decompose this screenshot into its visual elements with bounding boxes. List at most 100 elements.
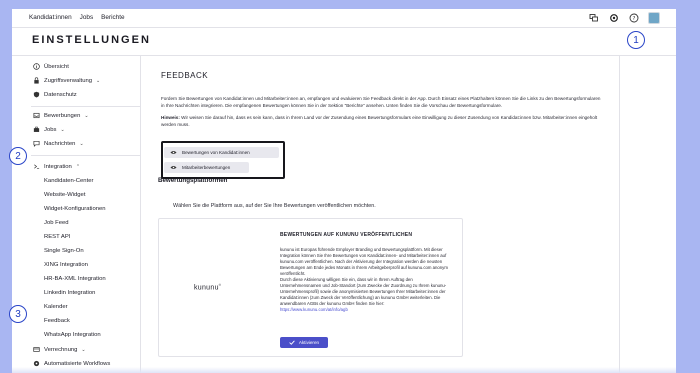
sidebar-item-label: Job Feed xyxy=(44,219,69,226)
section-heading: FEEDBACK xyxy=(161,71,209,80)
sidebar-item-label: Feedback xyxy=(44,317,70,324)
preview-candidate-reviews-button[interactable]: Bewertungen von Kandidat:innen xyxy=(164,147,279,158)
card-title: BEWERTUNGEN AUF KUNUNU VERÖFFENTLICHEN xyxy=(280,232,413,238)
card-body-text: kununu ist Europas führende Employer Bra… xyxy=(280,247,448,276)
sidebar-item-jobs[interactable]: Jobs ⌄ xyxy=(12,123,141,136)
kununu-card: kununu® BEWERTUNGEN AUF KUNUNU VERÖFFENT… xyxy=(158,218,463,357)
eye-icon xyxy=(170,165,177,171)
sidebar-item-applications[interactable]: Bewerbungen ⌄ xyxy=(12,109,141,122)
help-icon[interactable]: ? xyxy=(628,13,639,24)
sidebar-item-billing[interactable]: Verrechnung ⌄ xyxy=(12,343,141,356)
sidebar-item-label: Jobs xyxy=(44,126,57,133)
sidebar-item-label: Bewerbungen xyxy=(44,112,81,119)
button-label: Aktivieren xyxy=(298,340,320,345)
chevron-down-icon: ⌄ xyxy=(96,77,101,84)
kununu-logo: kununu® xyxy=(194,283,222,292)
app-window: Kandidat:innen Jobs Berichte ? EINSTELLU… xyxy=(12,9,676,373)
sidebar-item-xing[interactable]: XING Integration xyxy=(12,258,141,271)
sidebar-item-label: Zugriffsverwaltung xyxy=(44,77,93,84)
sidebar-item-label: Linkedin Integration xyxy=(44,289,96,296)
card-icon xyxy=(32,346,40,354)
sidebar-item-widget-configurations[interactable]: Widget-Konfigurationen xyxy=(12,202,141,215)
check-icon xyxy=(289,339,295,346)
sidebar-item-label: HR-BA-XML Integration xyxy=(44,275,106,282)
callout-2: 2 xyxy=(9,147,27,165)
callout-3: 3 xyxy=(9,305,27,323)
message-icon xyxy=(32,140,40,148)
sidebar-item-label: Widget-Konfigurationen xyxy=(44,205,106,212)
sidebar-item-label: Kandidaten-Center xyxy=(44,177,94,184)
sidebar-item-label: Datenschutz xyxy=(44,91,77,98)
sidebar-item-candidate-center[interactable]: Kandidaten-Center xyxy=(12,174,141,187)
gear-icon[interactable] xyxy=(608,13,619,24)
sidebar-item-label: Automatisierte Workflows xyxy=(44,360,111,367)
sidebar-item-feedback[interactable]: Feedback xyxy=(12,314,141,327)
topnav-reports[interactable]: Berichte xyxy=(101,14,124,21)
sidebar-item-label: Verrechnung xyxy=(44,346,78,353)
button-label: Mitarbeiterbewertungen xyxy=(182,165,231,170)
sidebar-divider xyxy=(31,155,141,156)
top-nav: Kandidat:innen Jobs Berichte xyxy=(29,14,125,21)
bottom-fade xyxy=(12,367,676,373)
preview-employee-reviews-button[interactable]: Mitarbeiterbewertungen xyxy=(164,162,249,173)
agb-link[interactable]: https://www.kununu.com/at/info/agb xyxy=(280,307,348,312)
topnav-candidates[interactable]: Kandidat:innen xyxy=(29,14,72,21)
hint-text: Wir weisen Sie darauf hin, dass es sein … xyxy=(161,115,598,127)
top-icons: ? xyxy=(588,12,660,24)
platforms-subtext: Wählen Sie die Plattform aus, auf der Si… xyxy=(173,203,376,209)
chat-icon[interactable] xyxy=(588,13,599,24)
top-bar: Kandidat:innen Jobs Berichte ? xyxy=(12,9,676,28)
chevron-down-icon: ⌄ xyxy=(60,126,65,133)
sidebar-item-integration[interactable]: Integration ⌃ xyxy=(12,160,141,173)
sidebar-item-website-widget[interactable]: Website-Widget xyxy=(12,188,141,201)
sidebar-item-privacy[interactable]: Datenschutz xyxy=(12,88,141,101)
sidebar-item-overview[interactable]: Übersicht xyxy=(12,60,141,73)
sidebar-item-linkedin[interactable]: Linkedin Integration xyxy=(12,286,141,299)
shield-icon xyxy=(32,91,40,99)
sidebar-item-label: Website-Widget xyxy=(44,191,86,198)
sidebar-item-access[interactable]: Zugriffsverwaltung ⌄ xyxy=(12,74,141,87)
chevron-down-icon: ⌄ xyxy=(84,112,89,119)
sidebar-item-messages[interactable]: Nachrichten ⌄ xyxy=(12,137,141,150)
sidebar-item-hr-ba-xml[interactable]: HR-BA-XML Integration xyxy=(12,272,141,285)
sidebar-divider xyxy=(31,106,141,107)
right-column-divider xyxy=(619,56,620,373)
chevron-down-icon: ⌄ xyxy=(79,140,84,147)
briefcase-icon xyxy=(32,126,40,134)
callout-1: 1 xyxy=(627,31,645,49)
platforms-heading: Bewertungsplattformen xyxy=(158,177,228,184)
sidebar-item-job-feed[interactable]: Job Feed xyxy=(12,216,141,229)
info-icon xyxy=(32,63,40,71)
sidebar-item-label: REST API xyxy=(44,233,71,240)
card-body: kununu ist Europas führende Employer Bra… xyxy=(280,247,448,313)
activate-button[interactable]: Aktivieren xyxy=(280,337,328,348)
sidebar-item-label: Kalender xyxy=(44,303,68,310)
lock-icon xyxy=(32,77,40,85)
sidebar-item-label: Übersicht xyxy=(44,63,69,70)
sidebar-item-calendar[interactable]: Kalender xyxy=(12,300,141,313)
chevron-down-icon: ⌄ xyxy=(81,346,86,353)
card-body-consent: Durch diese Aktivierung willigen Sie ein… xyxy=(280,277,447,306)
sidebar-item-label: Nachrichten xyxy=(44,140,76,147)
sidebar-item-label: WhatsApp Integration xyxy=(44,331,101,338)
topnav-jobs[interactable]: Jobs xyxy=(80,14,94,21)
button-label: Bewertungen von Kandidat:innen xyxy=(182,150,250,155)
inbox-icon xyxy=(32,112,40,120)
sidebar-item-rest-api[interactable]: REST API xyxy=(12,230,141,243)
sidebar: Übersicht Zugriffsverwaltung ⌄ Datenschu… xyxy=(12,56,141,373)
sidebar-item-label: Integration xyxy=(44,163,72,170)
intro-paragraph: Fordern Sie Bewertungen von Kandidat:inn… xyxy=(161,96,601,108)
page-title: EINSTELLUNGEN xyxy=(32,34,151,46)
eye-icon xyxy=(170,150,177,156)
sidebar-item-label: Single Sign-On xyxy=(44,247,84,254)
avatar[interactable] xyxy=(648,12,660,24)
hint-paragraph: Hinweis: Wir weisen Sie darauf hin, dass… xyxy=(161,115,601,128)
hint-label: Hinweis: xyxy=(161,115,180,120)
sidebar-item-label: XING Integration xyxy=(44,261,88,268)
main-content: FEEDBACK Fordern Sie Bewertungen von Kan… xyxy=(142,56,619,373)
sidebar-item-sso[interactable]: Single Sign-On xyxy=(12,244,141,257)
terminal-icon xyxy=(32,163,40,171)
chevron-up-icon: ⌃ xyxy=(75,163,81,170)
sidebar-item-whatsapp[interactable]: WhatsApp Integration xyxy=(12,328,141,341)
svg-text:?: ? xyxy=(632,16,635,22)
